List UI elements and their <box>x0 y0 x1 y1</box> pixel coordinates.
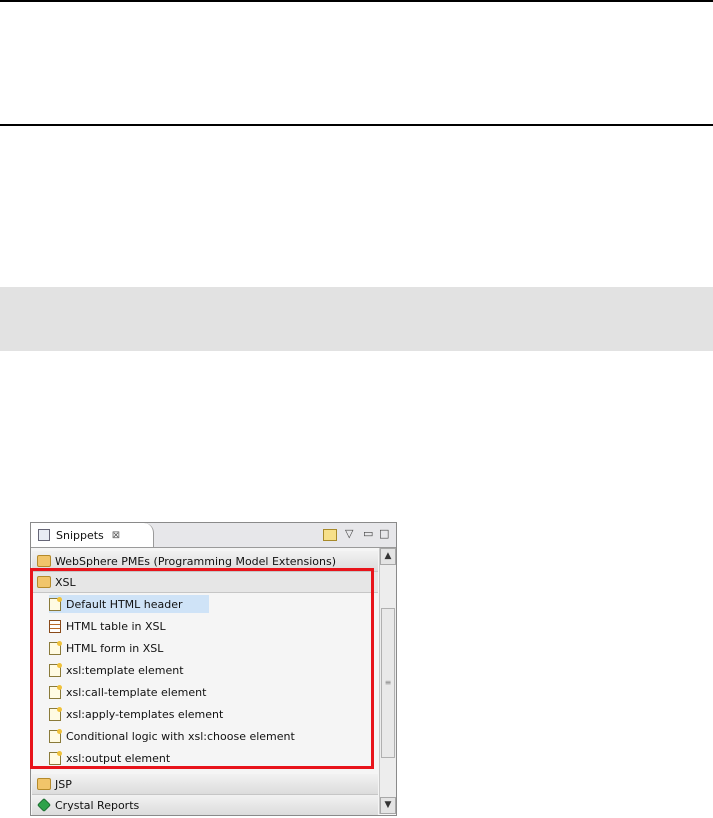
form-icon <box>49 640 62 655</box>
scroll-thumb[interactable]: ≡ <box>381 608 395 758</box>
snippet-label: xsl:template element <box>66 663 184 677</box>
output-icon <box>49 750 62 765</box>
snippet-label: Default HTML header <box>66 597 183 611</box>
drawer-jsp[interactable]: JSP <box>32 774 378 795</box>
snippet-item[interactable]: HTML form in XSL <box>49 639 163 657</box>
table-icon <box>49 619 61 633</box>
customize-icon[interactable] <box>323 529 337 541</box>
snippet-item[interactable]: Default HTML header <box>49 595 209 613</box>
template-icon <box>49 662 62 677</box>
snippet-item[interactable]: HTML table in XSL <box>49 617 166 635</box>
crystal-reports-icon <box>36 797 52 813</box>
tab-label: Snippets <box>56 528 104 542</box>
drawer-label: Crystal Reports <box>55 798 140 812</box>
drawer-crystal-reports[interactable]: Crystal Reports <box>32 795 378 815</box>
snippet-label: HTML table in XSL <box>66 619 166 633</box>
scroll-up-button[interactable]: ▲ <box>380 548 396 565</box>
snippet-icon <box>49 596 62 611</box>
top-rule <box>0 0 713 2</box>
call-template-icon <box>49 684 62 699</box>
snippet-label: Conditional logic with xsl:choose elemen… <box>66 729 295 743</box>
snippet-item[interactable]: xsl:call-template element <box>49 683 206 701</box>
drawer-websphere-pmes[interactable]: WebSphere PMEs (Programming Model Extens… <box>32 551 378 572</box>
drawer-icon <box>37 778 51 790</box>
drawer-label: JSP <box>55 777 72 791</box>
snippet-item[interactable]: Conditional logic with xsl:choose elemen… <box>49 727 295 745</box>
drawer-label: XSL <box>55 575 76 589</box>
tab-snippets[interactable]: Snippets ⊠ <box>31 523 154 547</box>
minimize-icon[interactable]: ▭ <box>363 527 373 541</box>
scroll-down-button[interactable]: ▼ <box>380 797 396 814</box>
snippet-label: HTML form in XSL <box>66 641 164 655</box>
maximize-icon[interactable]: □ <box>379 527 389 541</box>
drawer-icon <box>37 555 51 567</box>
apply-templates-icon <box>49 706 62 721</box>
snippet-label: xsl:apply-templates element <box>66 707 224 721</box>
gray-band <box>0 287 713 351</box>
snippet-label: xsl:call-template element <box>66 685 207 699</box>
snippets-icon <box>38 529 50 541</box>
close-icon[interactable]: ⊠ <box>112 530 120 541</box>
view-menu-icon[interactable]: ▽ <box>345 527 353 541</box>
choose-icon <box>49 728 62 743</box>
second-rule <box>0 124 713 126</box>
snippet-label: xsl:output element <box>66 751 171 765</box>
drawer-open-icon <box>37 576 51 588</box>
vertical-scrollbar[interactable]: ▲ ≡ ▼ <box>379 548 396 814</box>
snippets-view: Snippets ⊠ ▽ ▭ □ WebSphere PMEs (Program… <box>30 522 397 816</box>
view-header: Snippets ⊠ ▽ ▭ □ <box>31 523 396 548</box>
drawer-label: WebSphere PMEs (Programming Model Extens… <box>55 554 337 568</box>
snippet-item[interactable]: xsl:template element <box>49 661 184 679</box>
snippet-item[interactable]: xsl:output element <box>49 749 170 767</box>
drawer-xsl[interactable]: XSL <box>32 572 378 593</box>
snippet-item[interactable]: xsl:apply-templates element <box>49 705 223 723</box>
